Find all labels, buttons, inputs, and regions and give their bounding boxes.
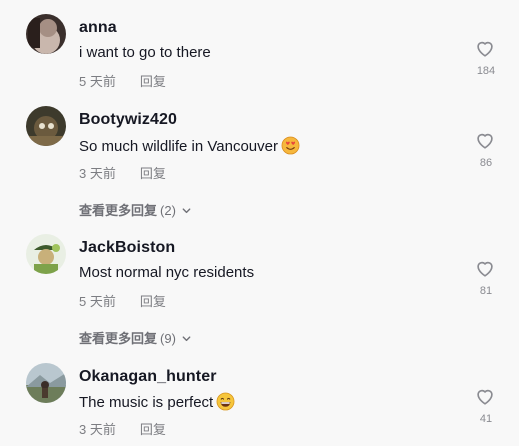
heart-outline-icon [477,41,493,57]
like-count: 41 [479,413,493,425]
comment-time: 3 天前 [79,166,116,181]
comment-username[interactable]: Bootywiz420 [79,111,177,129]
like-button[interactable] [474,129,498,153]
view-more-replies-button[interactable]: 查看更多回复 (9) [79,328,192,347]
reply-button[interactable]: 回复 [140,422,166,437]
reply-button[interactable]: 回复 [140,294,166,309]
reply-button[interactable]: 回复 [140,74,166,89]
more-replies-count: (9) [160,331,176,346]
comment-text: The music is perfect [79,392,235,411]
view-more-replies-button[interactable]: 查看更多回复 (2) [79,200,192,219]
chevron-down-icon [182,336,191,342]
comment-meta: 5 天前 回复 [79,71,166,90]
like-count: 81 [479,285,493,297]
comment-username[interactable]: Okanagan_hunter [79,368,217,386]
like-button[interactable] [474,37,498,61]
comment-text-body: The music is perfect [79,394,214,411]
comment-username[interactable]: anna [79,19,117,37]
comment-text: Most normal nyc residents [79,264,255,281]
comment-time: 5 天前 [79,74,116,89]
avatar[interactable] [26,234,66,274]
like-button[interactable] [474,257,498,281]
heart-outline-icon [477,389,493,405]
like-count: 86 [479,157,493,169]
like-button[interactable] [474,385,498,409]
chevron-down-icon [182,208,191,214]
heart-outline-icon [477,133,493,149]
grinning-emoji [216,392,235,411]
avatar[interactable] [26,106,66,146]
comment-text-body: So much wildlife in Vancouver [79,138,278,155]
heart-eyes-emoji [281,136,300,155]
more-replies-count: (2) [160,203,176,218]
comment-username[interactable]: JackBoiston [79,239,175,257]
avatar[interactable] [26,14,66,54]
more-replies-label: 查看更多回复 [79,331,158,346]
reply-button[interactable]: 回复 [140,166,166,181]
comment-time: 5 天前 [79,294,116,309]
comment-text: i want to go to there [79,44,211,61]
comment-meta: 3 天前 回复 [79,419,166,438]
avatar[interactable] [26,363,66,403]
more-replies-label: 查看更多回复 [79,203,158,218]
comment-meta: 3 天前 回复 [79,163,166,182]
heart-outline-icon [477,261,493,277]
comment-text: So much wildlife in Vancouver [79,136,300,155]
comment-time: 3 天前 [79,422,116,437]
comment-meta: 5 天前 回复 [79,291,166,310]
like-count: 184 [476,65,496,77]
